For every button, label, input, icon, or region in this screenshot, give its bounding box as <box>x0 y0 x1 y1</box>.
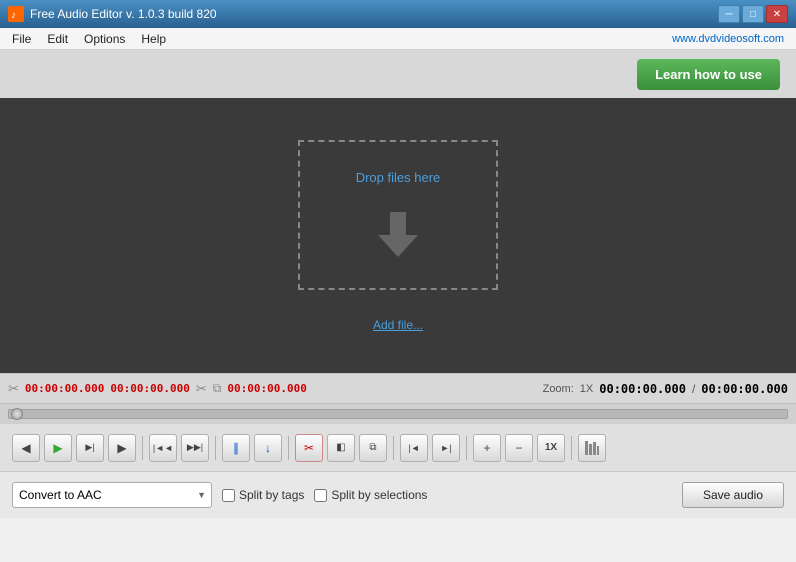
cut-button[interactable]: ✂ <box>295 434 323 462</box>
time-bar: ✂ 00:00:00.000 00:00:00.000 ✂ ⧉ 00:00:00… <box>0 374 796 404</box>
progress-knob[interactable] <box>11 408 23 420</box>
current-time: 00:00:00.000 <box>599 382 686 396</box>
split-by-tags-label[interactable]: Split by tags <box>239 488 304 502</box>
drop-text: Drop files here <box>356 170 441 185</box>
split-by-selections-label[interactable]: Split by selections <box>331 488 427 502</box>
scissors-left-icon: ✂ <box>8 381 19 397</box>
bottom-panel: ✂ 00:00:00.000 00:00:00.000 ✂ ⧉ 00:00:00… <box>0 373 796 518</box>
save-audio-button[interactable]: Save audio <box>682 482 784 508</box>
separator-2 <box>215 436 216 460</box>
split-by-tags-group: Split by tags <box>222 488 304 502</box>
menu-edit[interactable]: Edit <box>39 30 76 48</box>
separator-6 <box>571 436 572 460</box>
main-area: Drop files here Add file... <box>0 98 796 373</box>
time-right: Zoom: 1X 00:00:00.000 / 00:00:00.000 <box>543 382 788 396</box>
pause-button[interactable]: ∥ <box>222 434 250 462</box>
rewind-button[interactable]: ◀ <box>12 434 40 462</box>
separator-1 <box>142 436 143 460</box>
app-title: Free Audio Editor v. 1.0.3 build 820 <box>30 7 718 21</box>
window-controls: ─ □ ✕ <box>718 5 788 23</box>
menu-help[interactable]: Help <box>133 30 174 48</box>
zoom-label: Zoom: <box>543 383 574 395</box>
separator-3 <box>288 436 289 460</box>
title-bar: ♪ Free Audio Editor v. 1.0.3 build 820 ─… <box>0 0 796 28</box>
learn-how-button[interactable]: Learn how to use <box>637 59 780 90</box>
end-time: 00:00:00.000 <box>227 382 306 395</box>
time-separator: / <box>692 382 695 396</box>
menu-items: File Edit Options Help <box>4 30 174 48</box>
start-time-1: 00:00:00.000 <box>25 382 104 395</box>
format-select[interactable]: Convert to AAC Convert to MP3 Convert to… <box>12 482 212 508</box>
zoom-out-button[interactable]: − <box>505 434 533 462</box>
scissors-mid2-icon: ⧉ <box>213 381 222 396</box>
scissors-mid-icon: ✂ <box>196 381 207 397</box>
forward-button[interactable]: ▶ <box>108 434 136 462</box>
maximize-button[interactable]: □ <box>742 5 764 23</box>
download-button[interactable]: ↓ <box>254 434 282 462</box>
drop-arrow-icon <box>373 207 423 257</box>
action-bar: Convert to AAC Convert to MP3 Convert to… <box>0 472 796 518</box>
skip-end-button[interactable]: ▶▶| <box>181 434 209 462</box>
split-by-tags-checkbox[interactable] <box>222 489 235 502</box>
zoom-in-button[interactable]: + <box>473 434 501 462</box>
drop-zone[interactable]: Drop files here <box>298 140 498 290</box>
add-file-link[interactable]: Add file... <box>373 318 423 332</box>
skip-fwd-button[interactable]: ►| <box>432 434 460 462</box>
play-selection-button[interactable]: ▶| <box>76 434 104 462</box>
skip-back-button[interactable]: |◄ <box>400 434 428 462</box>
menu-options[interactable]: Options <box>76 30 133 48</box>
app-icon: ♪ <box>8 6 24 22</box>
zoom-value: 1X <box>580 383 593 395</box>
close-button[interactable]: ✕ <box>766 5 788 23</box>
separator-5 <box>466 436 467 460</box>
zoom-1x-button[interactable]: 1X <box>537 434 565 462</box>
progress-track[interactable] <box>8 409 788 419</box>
start-time-2: 00:00:00.000 <box>110 382 189 395</box>
menu-file[interactable]: File <box>4 30 39 48</box>
svg-text:♪: ♪ <box>11 10 16 21</box>
menu-bar: File Edit Options Help www.dvdvideosoft.… <box>0 28 796 50</box>
trim-right-button[interactable]: ⧉ <box>359 434 387 462</box>
minimize-button[interactable]: ─ <box>718 5 740 23</box>
learn-button-area: Learn how to use <box>0 50 796 98</box>
progress-bar-area[interactable] <box>0 404 796 424</box>
format-select-wrapper: Convert to AAC Convert to MP3 Convert to… <box>12 482 212 508</box>
total-time: 00:00:00.000 <box>701 382 788 396</box>
controls-bar: ◀ ▶ ▶| ▶ |◄◄ ▶▶| ∥ ↓ ✂ ◧ ⧉ |◄ ►| + − 1X <box>0 424 796 472</box>
skip-start-button[interactable]: |◄◄ <box>149 434 177 462</box>
spectrogram-button[interactable] <box>578 434 606 462</box>
trim-left-button[interactable]: ◧ <box>327 434 355 462</box>
separator-4 <box>393 436 394 460</box>
website-link[interactable]: www.dvdvideosoft.com <box>672 33 792 45</box>
split-by-selections-checkbox[interactable] <box>314 489 327 502</box>
play-button[interactable]: ▶ <box>44 434 72 462</box>
split-by-selections-group: Split by selections <box>314 488 427 502</box>
